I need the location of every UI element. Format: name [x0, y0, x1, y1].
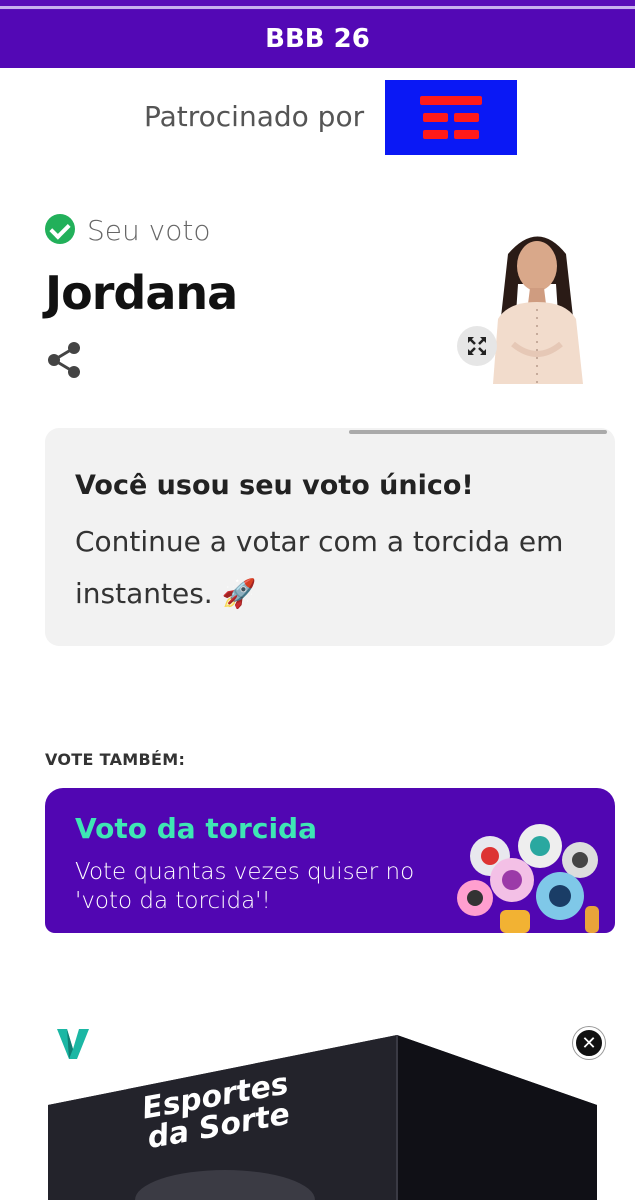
vote-also-label: VOTE TAMBÉM:: [45, 750, 186, 769]
app-header: BBB 26: [0, 10, 635, 68]
eye-mascots-illustration: [457, 824, 599, 933]
sponsor-banner: Patrocinado por: [0, 78, 635, 156]
ad-banner-image: [48, 1035, 597, 1200]
v-logo-icon: [57, 1029, 89, 1059]
vote-label: Seu voto: [87, 214, 211, 247]
torcida-vote-card[interactable]: Voto da torcida Vote quantas vezes quise…: [45, 788, 615, 933]
top-accent-line: [0, 0, 635, 10]
vote-notice-card: Você usou seu voto único! Continue a vot…: [45, 428, 615, 646]
candidate-name: Jordana: [45, 266, 238, 320]
sponsor-label: Patrocinado por: [144, 100, 365, 133]
notice-body: Continue a votar com a torcida em instan…: [75, 525, 564, 610]
check-circle-icon: [45, 214, 75, 244]
torcida-title: Voto da torcida: [75, 812, 317, 845]
share-icon[interactable]: [45, 340, 83, 380]
notice-title: Você usou seu voto único!: [75, 470, 474, 501]
expand-icon[interactable]: [457, 326, 497, 366]
sponsor-logo[interactable]: [385, 80, 517, 155]
advertisement[interactable]: Esportes da Sorte ✕: [45, 1015, 615, 1200]
ad-close-button[interactable]: ✕: [573, 1027, 605, 1059]
notice-progress-bar: [349, 430, 607, 434]
header-title: BBB 26: [265, 24, 370, 54]
torcida-description: Vote quantas vezes quiser no 'voto da to…: [75, 859, 415, 914]
